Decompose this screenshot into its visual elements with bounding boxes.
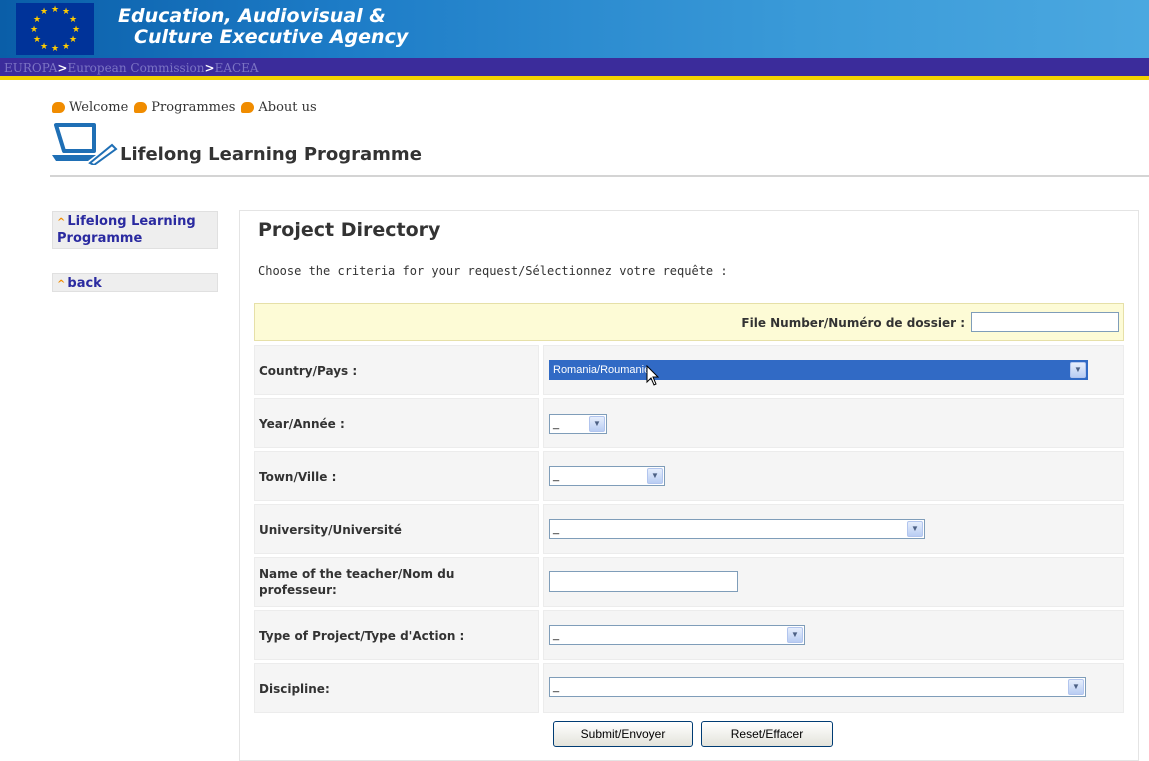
nav-welcome-label: Welcome	[69, 100, 129, 115]
criteria-instructions: Choose the criteria for your request/Sél…	[258, 264, 728, 278]
university-label: University/Université	[259, 523, 402, 537]
chevron-down-icon[interactable]: ▼	[647, 468, 663, 484]
country-select[interactable]: Romania/Roumanie ▼	[549, 360, 1088, 380]
sidebar-item-back[interactable]: ^ back	[52, 273, 218, 292]
top-navigation: Welcome Programmes About us	[52, 100, 317, 115]
sidebar-item-label: back	[67, 276, 102, 291]
town-label-cell: Town/Ville :	[254, 451, 539, 501]
town-select[interactable]: _ ▼	[549, 466, 665, 486]
year-label: Year/Année :	[259, 417, 345, 431]
caret-up-icon: ^	[57, 279, 66, 290]
mouse-pointer-icon	[646, 365, 660, 386]
project-type-select-value: _	[553, 629, 560, 641]
file-number-row: File Number/Numéro de dossier :	[254, 303, 1124, 341]
town-label: Town/Ville :	[259, 470, 337, 484]
town-select-value: _	[553, 470, 560, 482]
breadcrumb-europa[interactable]: EUROPA	[4, 61, 57, 75]
teacher-label-cell: Name of the teacher/Nom du professeur:	[254, 557, 539, 607]
breadcrumb-separator: >	[204, 61, 215, 75]
submit-button[interactable]: Submit/Envoyer	[553, 721, 693, 747]
sidebar-item-lifelong-learning[interactable]: ^ Lifelong Learning Programme	[52, 211, 218, 249]
chevron-down-icon[interactable]: ▼	[589, 416, 605, 432]
university-select[interactable]: _ ▼	[549, 519, 925, 539]
reset-button[interactable]: Reset/Effacer	[701, 721, 833, 747]
discipline-select-value: _	[553, 681, 560, 693]
year-label-cell: Year/Année :	[254, 398, 539, 448]
agency-line-2: Culture Executive Agency	[134, 26, 409, 48]
chevron-down-icon[interactable]: ▼	[787, 627, 803, 643]
nav-programmes-label: Programmes	[151, 100, 236, 115]
nav-about-us-label: About us	[258, 100, 317, 115]
university-label-cell: University/Université	[254, 504, 539, 554]
nav-about-us[interactable]: About us	[241, 100, 317, 115]
bullet-icon	[134, 102, 148, 113]
page-title: Project Directory	[258, 219, 441, 241]
country-label-cell: Country/Pays :	[254, 345, 539, 395]
breadcrumb: EUROPA>European Commission>EACEA	[4, 61, 259, 75]
year-select-value: _	[553, 418, 560, 430]
breadcrumb-bar: EUROPA>European Commission>EACEA	[0, 58, 1149, 80]
eu-flag-logo: ★ ★ ★ ★ ★ ★ ★ ★ ★ ★ ★ ★	[16, 3, 94, 55]
breadcrumb-european-commission[interactable]: European Commission	[67, 61, 204, 75]
bullet-icon	[52, 102, 65, 113]
sidebar-item-label: Lifelong Learning Programme	[57, 214, 196, 246]
country-select-value: Romania/Roumanie	[553, 364, 651, 376]
discipline-select[interactable]: _ ▼	[549, 677, 1086, 697]
teacher-label: Name of the teacher/Nom du professeur:	[259, 567, 455, 597]
file-number-input[interactable]	[971, 312, 1119, 332]
discipline-label: Discipline:	[259, 682, 330, 696]
project-type-label-cell: Type of Project/Type d'Action :	[254, 610, 539, 660]
agency-line-1: Education, Audiovisual &	[118, 5, 386, 27]
project-type-label: Type of Project/Type d'Action :	[259, 629, 465, 643]
nav-programmes[interactable]: Programmes	[134, 100, 235, 115]
nav-welcome[interactable]: Welcome	[52, 100, 128, 115]
breadcrumb-separator: >	[57, 61, 68, 75]
chevron-down-icon[interactable]: ▼	[907, 521, 923, 537]
breadcrumb-eacea[interactable]: EACEA	[215, 61, 259, 75]
file-number-label: File Number/Numéro de dossier :	[741, 316, 965, 330]
university-select-value: _	[553, 523, 560, 535]
project-type-select[interactable]: _ ▼	[549, 625, 805, 645]
teacher-name-input[interactable]	[549, 571, 738, 592]
country-label: Country/Pays :	[259, 364, 358, 378]
laptop-pen-icon	[52, 123, 118, 165]
program-title: Lifelong Learning Programme	[120, 144, 422, 165]
caret-up-icon: ^	[57, 217, 66, 228]
bullet-icon	[241, 102, 255, 113]
chevron-down-icon[interactable]: ▼	[1068, 679, 1084, 695]
agency-name: Education, Audiovisual & Culture Executi…	[118, 6, 408, 48]
discipline-label-cell: Discipline:	[254, 663, 539, 713]
year-value-cell	[543, 398, 1124, 448]
chevron-down-icon[interactable]: ▼	[1070, 362, 1086, 378]
divider	[50, 175, 1149, 177]
year-select[interactable]: _ ▼	[549, 414, 607, 434]
header-banner: ★ ★ ★ ★ ★ ★ ★ ★ ★ ★ ★ ★ Education, Audio…	[0, 0, 1149, 58]
